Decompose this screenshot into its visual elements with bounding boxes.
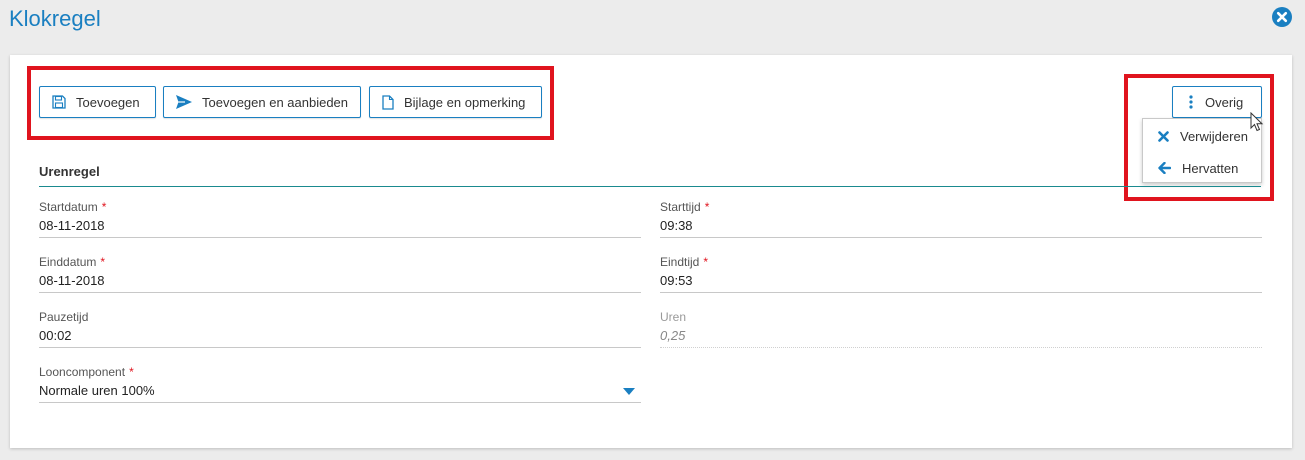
starttijd-field[interactable]: Starttijd * 09:38 (660, 199, 1262, 239)
mouse-cursor-icon (1250, 112, 1264, 132)
looncomponent-value: Normale uren 100% (39, 383, 155, 398)
section-title: Urenregel (39, 164, 100, 179)
einddatum-field[interactable]: Einddatum * 08-11-2018 (39, 254, 641, 294)
pauzetijd-field[interactable]: Pauzetijd 00:02 (39, 309, 641, 349)
page-title: Klokregel (9, 6, 101, 31)
startdatum-value: 08-11-2018 (39, 218, 105, 233)
einddatum-label: Einddatum (39, 255, 97, 269)
required-marker: * (704, 200, 710, 214)
pauzetijd-label: Pauzetijd (39, 310, 89, 324)
pauzetijd-value: 00:02 (39, 328, 72, 343)
section-divider (39, 186, 1261, 187)
einddatum-value: 08-11-2018 (39, 273, 105, 288)
highlight-box-more-menu (1124, 74, 1274, 201)
looncomponent-select[interactable]: Looncomponent * Normale uren 100% (39, 364, 641, 404)
startdatum-field[interactable]: Startdatum * 08-11-2018 (39, 199, 641, 239)
highlight-box-toolbar (27, 66, 554, 140)
eindtijd-label: Eindtijd (660, 255, 700, 269)
uren-value: 0,25 (660, 328, 686, 343)
close-icon[interactable] (1272, 7, 1292, 27)
starttijd-label: Starttijd (660, 200, 701, 214)
uren-label: Uren (660, 310, 687, 324)
starttijd-value: 09:38 (660, 218, 693, 233)
eindtijd-value: 09:53 (660, 273, 693, 288)
startdatum-label: Startdatum (39, 200, 98, 214)
required-marker: * (129, 365, 134, 379)
required-marker: * (100, 255, 106, 269)
chevron-down-icon[interactable] (623, 388, 635, 395)
uren-field: Uren 0,25 (660, 309, 1262, 349)
form-panel: Toevoegen Toevoegen en aanbieden Bijlage… (10, 55, 1292, 448)
looncomponent-label: Looncomponent (39, 365, 126, 379)
eindtijd-field[interactable]: Eindtijd * 09:53 (660, 254, 1262, 294)
required-marker: * (101, 200, 107, 214)
required-marker: * (703, 255, 709, 269)
